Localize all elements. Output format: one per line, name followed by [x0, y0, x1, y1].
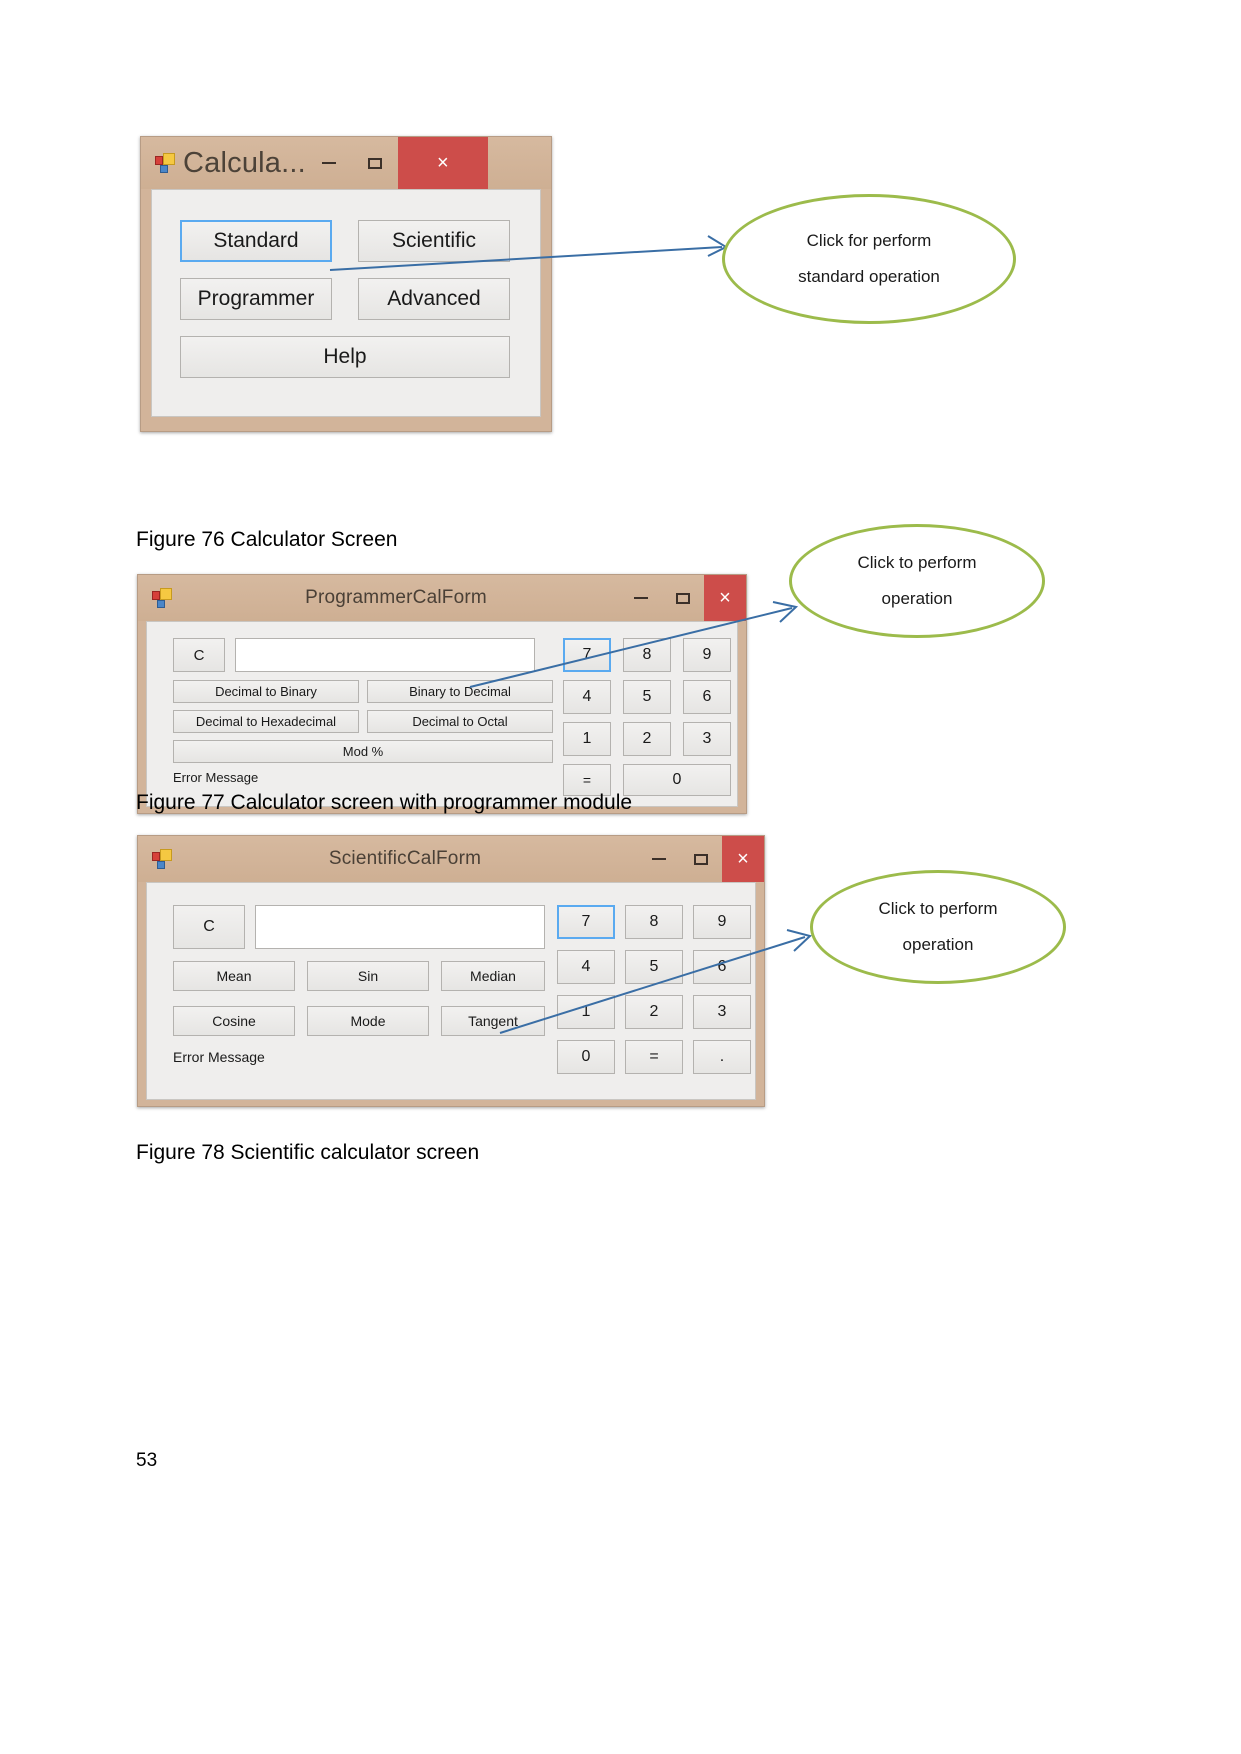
minimize-icon[interactable] [638, 836, 680, 882]
document-page: Calcula... × Standard Scientific Program… [0, 0, 1241, 1754]
calculator-window-controls: × [306, 137, 488, 189]
calculator-window: Calcula... × Standard Scientific Program… [140, 136, 552, 432]
binary-to-decimal-button[interactable]: Binary to Decimal [367, 680, 553, 703]
close-icon[interactable]: × [722, 836, 764, 882]
scientific-key-8[interactable]: 8 [625, 905, 683, 939]
callout-line-2: operation [881, 589, 953, 608]
close-icon[interactable]: × [704, 575, 746, 621]
decimal-to-binary-button[interactable]: Decimal to Binary [173, 680, 359, 703]
maximize-icon[interactable] [352, 137, 398, 189]
scientific-key-7[interactable]: 7 [557, 905, 615, 939]
calculator-window-title: Calcula... [183, 146, 306, 179]
scientific-display-input[interactable] [255, 905, 545, 949]
programmer-window: ProgrammerCalForm × C Decimal to Binary … [137, 574, 747, 814]
scientific-key-6[interactable]: 6 [693, 950, 751, 984]
scientific-window-titlebar: ScientificCalForm × [138, 836, 764, 882]
programmer-button[interactable]: Programmer [180, 278, 332, 320]
form-icon [152, 588, 172, 608]
calculator-window-client: Standard Scientific Programmer Advanced … [151, 189, 541, 417]
programmer-clear-button[interactable]: C [173, 638, 225, 672]
programmer-window-title: ProgrammerCalForm [305, 587, 487, 608]
programmer-key-9[interactable]: 9 [683, 638, 731, 672]
maximize-icon[interactable] [662, 575, 704, 621]
programmer-key-4[interactable]: 4 [563, 680, 611, 714]
maximize-icon[interactable] [680, 836, 722, 882]
scientific-key-1[interactable]: 1 [557, 995, 615, 1029]
callout-line-2: standard operation [798, 267, 940, 286]
minimize-icon[interactable] [306, 137, 352, 189]
programmer-key-1[interactable]: 1 [563, 722, 611, 756]
programmer-error-message-label: Error Message [173, 770, 259, 785]
programmer-key-0[interactable]: 0 [623, 764, 731, 796]
scientific-window-client: C Mean Sin Median Cosine Mode Tangent Er… [146, 882, 756, 1100]
callout-line-1: Click to perform [857, 553, 977, 573]
minimize-icon[interactable] [620, 575, 662, 621]
standard-button[interactable]: Standard [180, 220, 332, 262]
programmer-window-client: C Decimal to Binary Binary to Decimal De… [146, 621, 738, 807]
sin-button[interactable]: Sin [307, 961, 429, 991]
page-number: 53 [136, 1450, 158, 1471]
form-icon [155, 153, 175, 173]
programmer-key-8[interactable]: 8 [623, 638, 671, 672]
calculator-window-titlebar: Calcula... × [141, 137, 551, 189]
mod-percent-button[interactable]: Mod % [173, 740, 553, 763]
figure-78-caption: Figure 78 Scientific calculator screen [136, 1141, 480, 1164]
programmer-key-6[interactable]: 6 [683, 680, 731, 714]
programmer-key-2[interactable]: 2 [623, 722, 671, 756]
scientific-window-title: ScientificCalForm [328, 848, 482, 869]
scientific-window: ScientificCalForm × C Mean Sin Median Co… [137, 835, 765, 1107]
programmer-key-5[interactable]: 5 [623, 680, 671, 714]
scientific-key-2[interactable]: 2 [625, 995, 683, 1029]
scientific-key-9[interactable]: 9 [693, 905, 751, 939]
decimal-to-hexadecimal-button[interactable]: Decimal to Hexadecimal [173, 710, 359, 733]
callout-line-1: Click for perform [806, 231, 932, 251]
programmer-display-input[interactable] [235, 638, 535, 672]
scientific-clear-button[interactable]: C [173, 905, 245, 949]
calculator-menu-row-1: Standard Scientific [180, 220, 510, 262]
programmer-window-controls: × [620, 575, 746, 621]
programmer-window-titlebar: ProgrammerCalForm × [138, 575, 746, 621]
calculator-menu-row-2: Programmer Advanced [180, 278, 510, 320]
scientific-window-controls: × [638, 836, 764, 882]
close-icon[interactable]: × [397, 137, 488, 189]
help-button[interactable]: Help [180, 336, 510, 378]
advanced-button[interactable]: Advanced [358, 278, 510, 320]
mean-button[interactable]: Mean [173, 961, 295, 991]
callout-scientific-operation: Click to perform operation [810, 870, 1066, 984]
tangent-button[interactable]: Tangent [441, 1006, 545, 1036]
form-icon [152, 849, 172, 869]
mode-button[interactable]: Mode [307, 1006, 429, 1036]
scientific-key-0[interactable]: 0 [557, 1040, 615, 1074]
callout-standard-operation: Click for perform standard operation [722, 194, 1016, 324]
scientific-key-equals[interactable]: = [625, 1040, 683, 1074]
programmer-key-7[interactable]: 7 [563, 638, 611, 672]
cosine-button[interactable]: Cosine [173, 1006, 295, 1036]
scientific-key-3[interactable]: 3 [693, 995, 751, 1029]
programmer-key-3[interactable]: 3 [683, 722, 731, 756]
figure-77-caption: Figure 77 Calculator screen with program… [136, 791, 633, 814]
calculator-menu-row-3: Help [180, 336, 510, 378]
scientific-error-message-label: Error Message [173, 1049, 265, 1065]
scientific-key-decimal[interactable]: . [693, 1040, 751, 1074]
callout-programmer-operation: Click to perform operation [789, 524, 1045, 638]
callout-line-1: Click to perform [878, 899, 998, 919]
decimal-to-octal-button[interactable]: Decimal to Octal [367, 710, 553, 733]
scientific-button[interactable]: Scientific [358, 220, 510, 262]
scientific-key-5[interactable]: 5 [625, 950, 683, 984]
figure-76-caption: Figure 76 Calculator Screen [136, 528, 398, 551]
callout-line-2: operation [902, 935, 974, 954]
median-button[interactable]: Median [441, 961, 545, 991]
scientific-key-4[interactable]: 4 [557, 950, 615, 984]
calculator-menu-grid: Standard Scientific Programmer Advanced … [180, 220, 510, 394]
